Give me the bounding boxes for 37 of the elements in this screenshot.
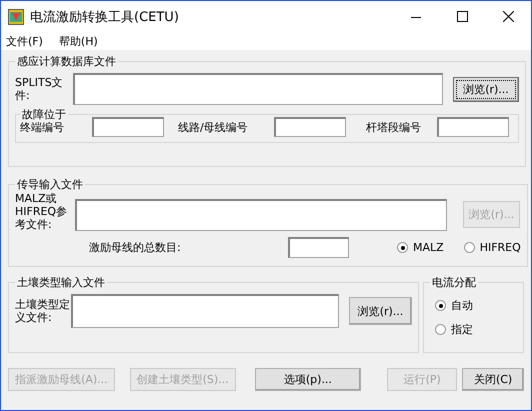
field-label: 激励母线的总数目: (89, 240, 182, 255)
group-title: 传导输入文件 (16, 177, 84, 192)
radio-label: 自动 (451, 298, 473, 313)
group-title: 故障位于 (21, 107, 67, 122)
radio-label: 指定 (451, 322, 473, 337)
radio-button[interactable] (464, 242, 475, 253)
close-icon (502, 11, 514, 22)
menu-item[interactable]: 帮助(H) (58, 34, 99, 48)
field-label: SPLITS文件: (15, 76, 64, 102)
radio-label: HIFREQ (480, 241, 521, 254)
text-field[interactable] (437, 117, 509, 137)
group-title: 电流分配 (431, 275, 477, 290)
field-label: 土壤类型定义文件: (15, 298, 71, 324)
text-field[interactable] (92, 117, 164, 137)
field-label: MALZ或HIFREQ参考文件: (15, 192, 68, 231)
group-title: 土壤类型输入文件 (16, 275, 106, 290)
field-label: 终端编号 (20, 120, 65, 134)
browse-button[interactable]: 浏览(r)... (349, 297, 412, 325)
menu-item[interactable]: 文件(F) (5, 34, 44, 48)
radio-button[interactable] (435, 324, 446, 335)
maximize-icon (456, 11, 468, 22)
file-path-field[interactable] (73, 73, 443, 105)
text-field[interactable] (274, 117, 346, 137)
radio-label: MALZ (413, 241, 444, 254)
radio-button[interactable] (397, 242, 408, 253)
radio-button[interactable] (435, 300, 446, 311)
text-field[interactable] (288, 237, 349, 258)
field-label: 杆塔段编号 (366, 120, 422, 134)
action-button[interactable]: 选项(p)... (254, 368, 362, 391)
group-title: 感应计算数据库文件 (16, 54, 117, 69)
app-icon (8, 8, 24, 24)
field-label: 线路/母线编号 (178, 120, 249, 134)
file-path-field[interactable] (71, 294, 339, 328)
file-path-field[interactable] (75, 198, 447, 230)
action-button[interactable]: 关闭(C) (462, 368, 524, 391)
browse-button[interactable]: 浏览(r)... (453, 76, 519, 102)
window-title: 电流激励转换工具(CETU) (30, 8, 180, 26)
